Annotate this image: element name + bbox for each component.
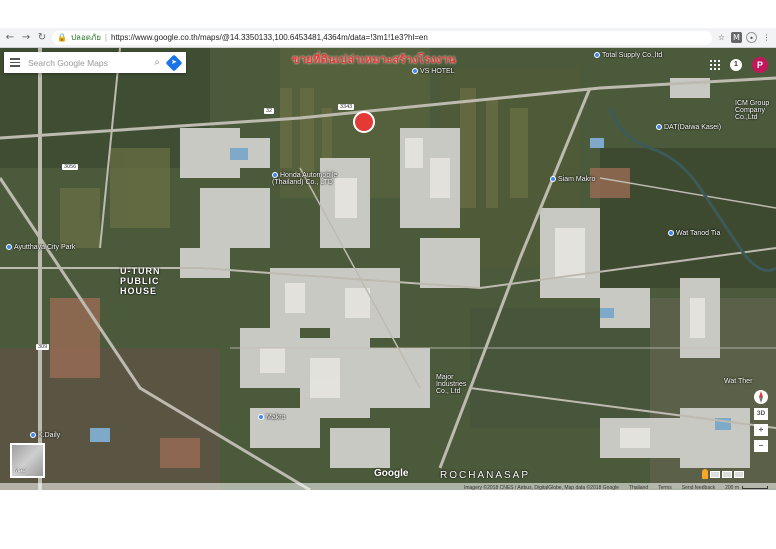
address-bar[interactable]: 🔒 ปลอดภัย | https://www.google.co.th/map… [52, 30, 712, 45]
place-pin-icon [258, 414, 264, 421]
compass-icon[interactable] [754, 390, 768, 404]
place-label-honda[interactable]: Honda Automobile (Thailand) Co., LTD [272, 172, 342, 186]
place-pin-icon [6, 244, 12, 251]
road-shield: 3056 [62, 164, 79, 170]
place-label-dat[interactable]: DAT(Daiwa Kasei) [656, 124, 721, 131]
photo-thumbnail[interactable] [734, 470, 744, 478]
pegman-icon[interactable] [702, 469, 708, 479]
layer-toggle-thumbnail[interactable]: Map [10, 443, 45, 478]
extension-circle-icon[interactable]: • [746, 32, 757, 43]
menu-icon[interactable] [10, 58, 20, 67]
place-label-wat-tanod[interactable]: Wat Tanod Tia [668, 230, 720, 237]
road-shield: 32 [264, 108, 275, 114]
directions-icon[interactable]: ➤ [165, 54, 183, 71]
search-input[interactable]: Search Google Maps [28, 58, 146, 68]
zoom-in-button[interactable]: + [754, 424, 768, 436]
terms-link[interactable]: Terms [658, 485, 672, 491]
land-sale-heading: ขายที่ดินเปล่าเหมาะสร้างโรงงาน [292, 54, 456, 66]
minimap-label: Map [14, 468, 26, 474]
satellite-imagery [0, 48, 776, 490]
place-label-public-house[interactable]: U-TURN PUBLIC HOUSE [120, 266, 190, 296]
browser-toolbar: ← → ↻ 🔒 ปลอดภัย | https://www.google.co.… [0, 28, 776, 48]
url-text: https://www.google.co.th/maps/@14.335013… [111, 33, 428, 42]
place-label-makro[interactable]: Makro [258, 414, 285, 421]
imagery-attribution: Imagery ©2018 CNES / Airbus, DigitalGlob… [463, 484, 619, 491]
place-label-kd[interactable]: K.Daily [30, 432, 60, 439]
notification-badge[interactable]: 1 [730, 59, 742, 71]
region-link[interactable]: Thailand [629, 485, 648, 491]
arrow-left-icon[interactable]: ← [4, 31, 16, 45]
scale-bar[interactable]: 200 m [725, 485, 768, 491]
tilt-3d-button[interactable]: 3D [754, 408, 768, 420]
attribution-bar: Imagery ©2018 CNES / Airbus, DigitalGlob… [0, 483, 776, 492]
road-shield: 309 [36, 344, 50, 350]
photo-thumbnail[interactable] [710, 470, 720, 478]
place-pin-icon [412, 68, 418, 75]
browser-window: ← → ↻ 🔒 ปลอดภัย | https://www.google.co.… [0, 28, 776, 492]
place-label-wat-ther[interactable]: Wat Ther [724, 378, 752, 385]
photo-thumbnail[interactable] [722, 470, 732, 478]
place-label-ayutthaya[interactable]: Ayutthaya City Park [6, 244, 75, 251]
google-logo: Google [374, 468, 409, 479]
reload-icon[interactable]: ↻ [36, 31, 48, 45]
url-separator: | [104, 33, 107, 42]
place-label-vs-hotel[interactable]: VS HOTEL [412, 68, 455, 75]
send-feedback-link[interactable]: Send feedback [682, 485, 715, 491]
location-marker[interactable] [353, 111, 375, 133]
place-label-rochanasap: ROCHANASAP [440, 470, 531, 481]
search-box[interactable]: Search Google Maps ⌕ ➤ [4, 52, 186, 73]
place-pin-icon [550, 176, 556, 183]
place-label-icm[interactable]: ICM Group Company Co.,Ltd [735, 100, 775, 121]
search-icon[interactable]: ⌕ [154, 57, 160, 68]
place-pin-icon [668, 230, 674, 237]
place-pin-icon [594, 52, 600, 59]
apps-grid-icon[interactable] [710, 60, 720, 70]
place-label-total-supply[interactable]: Total Supply Co.,ltd [594, 52, 662, 59]
zoom-out-button[interactable]: − [754, 440, 768, 452]
more-menu-icon[interactable]: ⋮ [761, 32, 772, 43]
satellite-map[interactable]: Search Google Maps ⌕ ➤ ขายที่ดินเปล่าเหม… [0, 48, 776, 490]
star-icon[interactable]: ☆ [716, 32, 727, 43]
lock-icon: 🔒 [57, 33, 67, 42]
arrow-right-icon[interactable]: → [20, 31, 32, 45]
place-label-major-industries[interactable]: Major Industries Co., Ltd [436, 374, 476, 395]
avatar[interactable]: P [752, 57, 768, 73]
place-label-siam-makro[interactable]: Siam Makro [550, 176, 595, 183]
extension-m-icon[interactable]: M [731, 32, 742, 43]
place-pin-icon [30, 432, 36, 439]
secure-label: ปลอดภัย [70, 33, 101, 42]
place-pin-icon [272, 172, 278, 179]
road-shield: 3343 [338, 104, 355, 110]
place-pin-icon [656, 124, 662, 131]
